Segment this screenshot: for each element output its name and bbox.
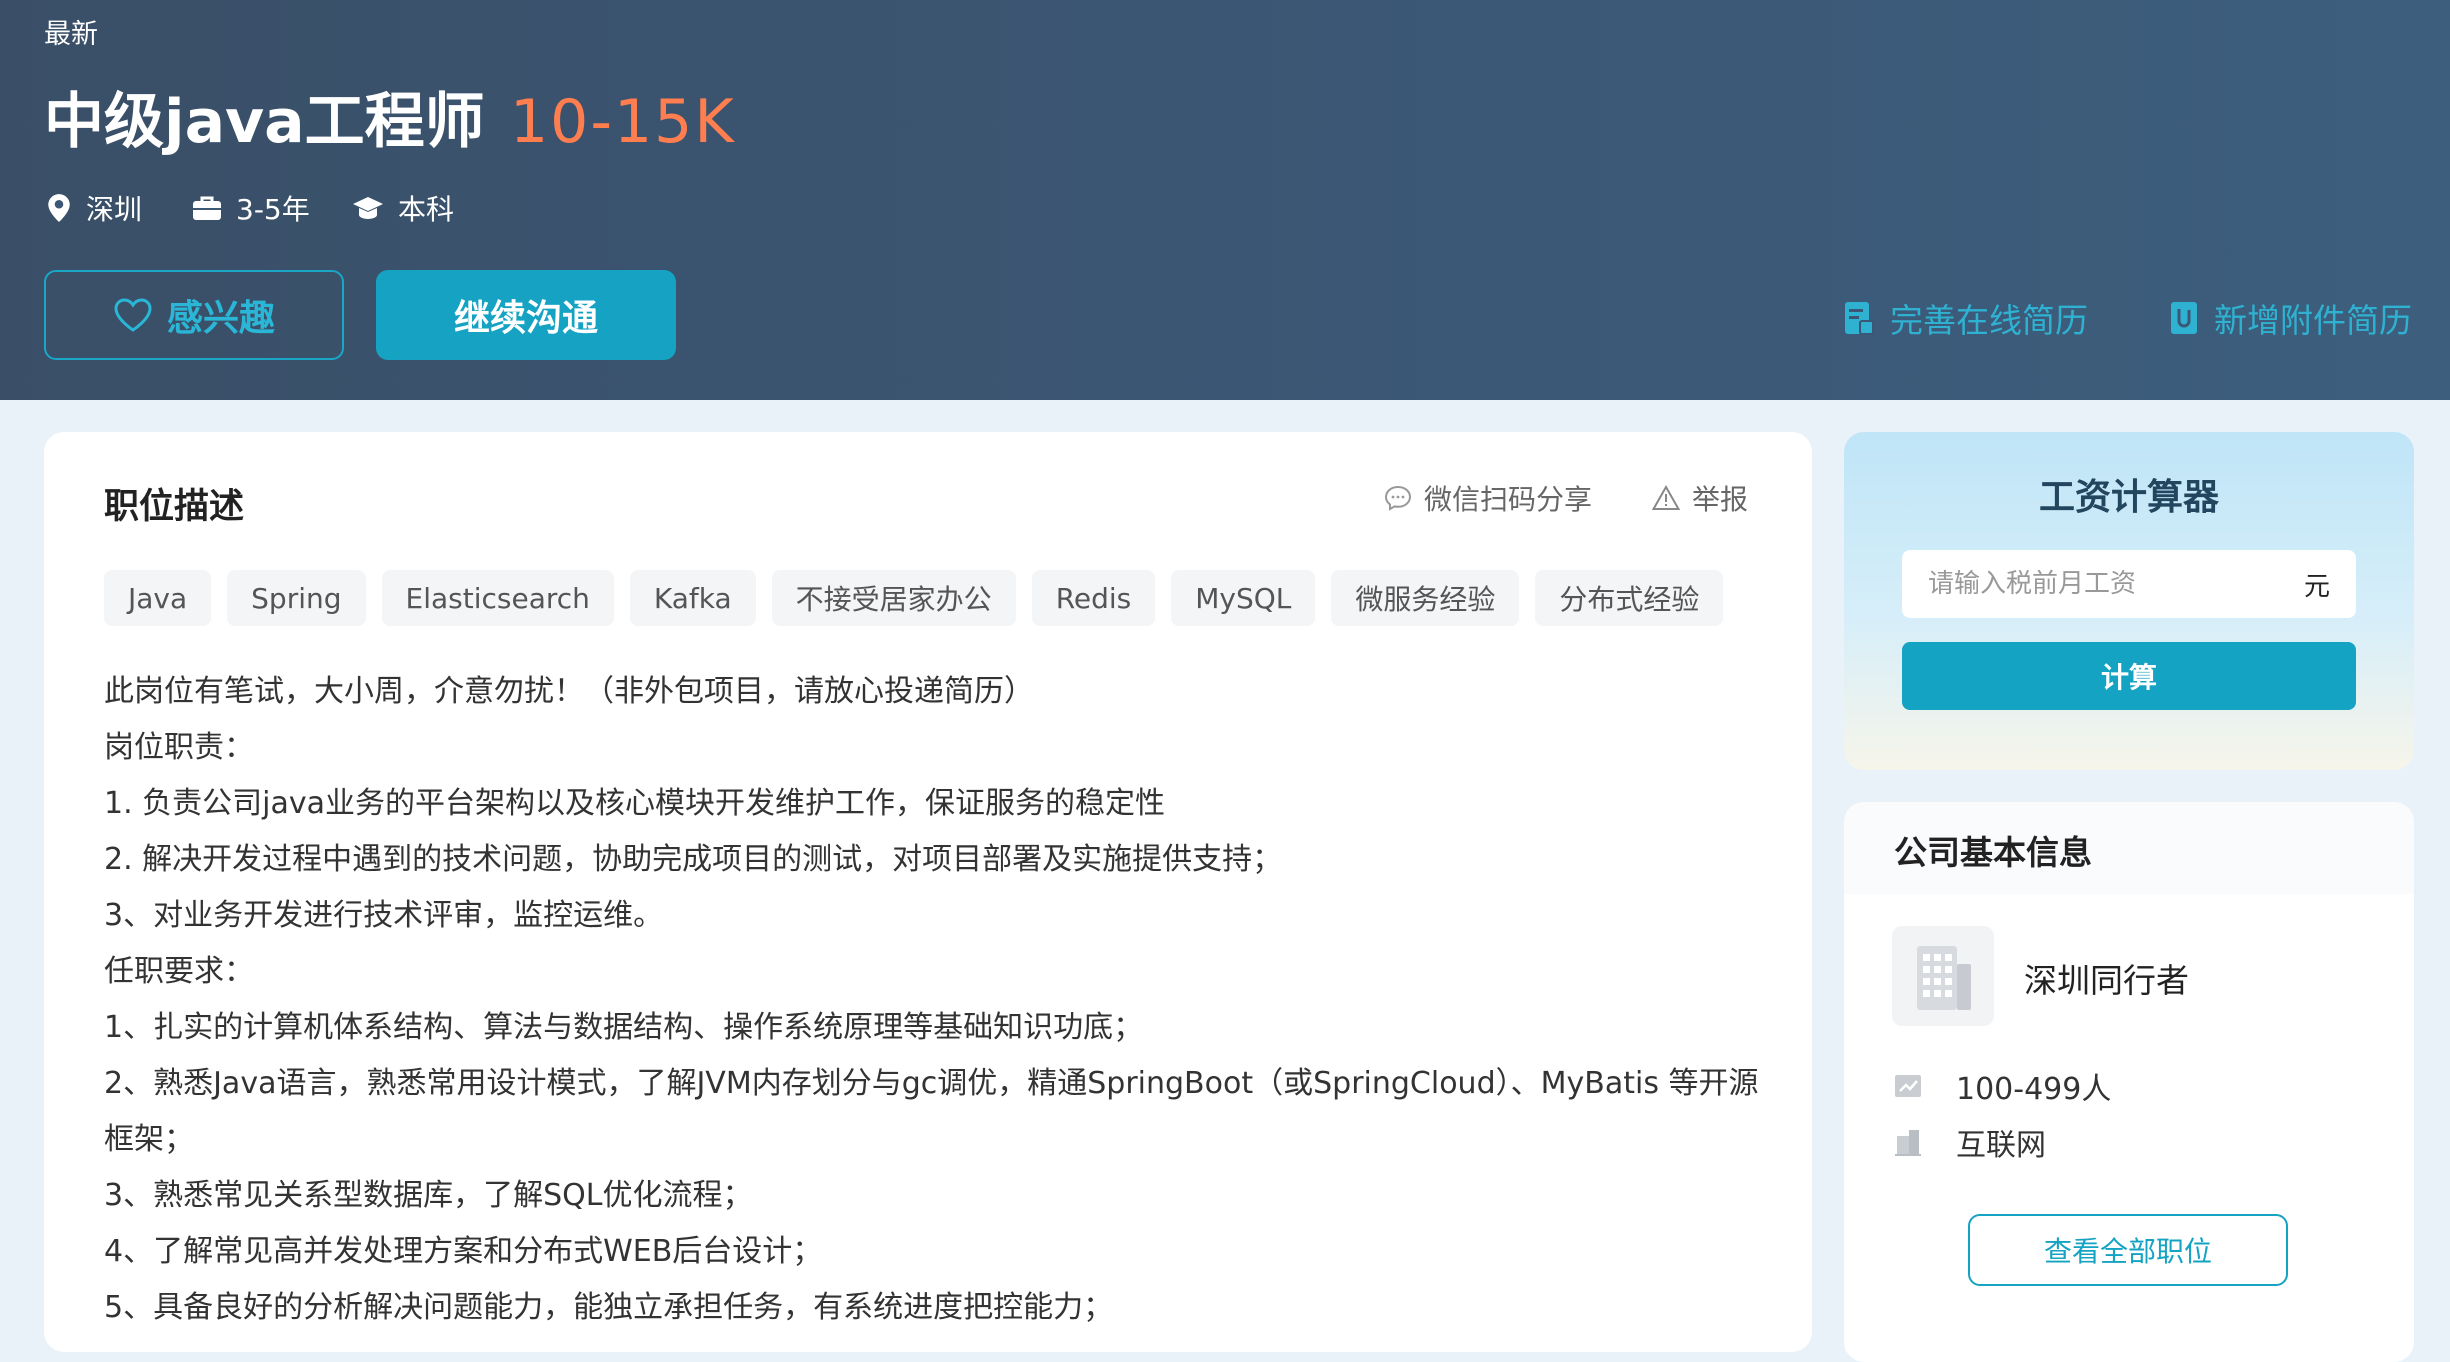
company-name[interactable]: 深圳同行者: [2024, 954, 2189, 1002]
description-line: 岗位职责：: [104, 730, 254, 765]
company-info-title: 公司基本信息: [1894, 833, 2092, 872]
skill-tag: 不接受居家办公: [771, 570, 1016, 626]
job-header: 最新 中级java工程师 10-15K 深圳 3-5年 本科 感兴趣 继续沟通 …: [0, 0, 2450, 400]
description-line: 2. 解决开发过程中遇到的技术问题，协助完成项目的测试，对项目部署及实施提供支持…: [104, 842, 1283, 877]
skill-tag: Java: [104, 570, 212, 626]
job-description-title: 职位描述: [104, 487, 245, 527]
skill-tag: 分布式经验: [1535, 570, 1724, 626]
salary-calculator-title: 工资计算器: [2038, 477, 2219, 518]
description-line: 5、具备良好的分析解决问题能力，能独立承担任务，有系统进度把控能力；: [104, 1290, 1114, 1325]
interest-label: 感兴趣: [166, 298, 275, 339]
complete-online-resume-label: 完善在线简历: [1890, 301, 2088, 340]
job-education: 本科: [352, 188, 454, 228]
salary-input[interactable]: [1928, 569, 2304, 599]
description-line: 此岗位有笔试，大小周，介意勿扰！（非外包项目，请放心投递简历）: [104, 674, 1034, 709]
chat-bubble-icon: [1384, 485, 1412, 511]
company-size: 100-499人: [1894, 1066, 2112, 1107]
job-city-text: 深圳: [86, 193, 143, 226]
building-small-icon: [1895, 1130, 1921, 1156]
salary-calculator-card: 工资计算器 元 计算: [1844, 432, 2414, 770]
heart-icon: [114, 298, 152, 332]
continue-chat-button[interactable]: 继续沟通: [376, 270, 676, 360]
description-line: 3、对业务开发进行技术评审，监控运维。: [104, 898, 664, 933]
skill-tag: Kafka: [629, 570, 756, 626]
job-description-card: 职位描述 微信扫码分享 举报 Java Spring Elasticsearch…: [44, 432, 1812, 1352]
salary-range: 10-15K: [510, 87, 736, 157]
growth-chart-icon: [1895, 1075, 1921, 1097]
company-logo[interactable]: [1892, 926, 1994, 1026]
skill-tag: 微服务经验: [1331, 570, 1520, 626]
latest-label: 最新: [44, 19, 98, 50]
briefcase-icon: [193, 196, 221, 220]
job-experience-text: 3-5年: [236, 193, 310, 226]
description-line: 1、扎实的计算机体系结构、算法与数据结构、操作系统原理等基础知识功底；: [104, 1010, 1144, 1045]
wechat-share-label: 微信扫码分享: [1424, 483, 1593, 516]
company-size-text: 100-499人: [1956, 1072, 2112, 1107]
wechat-share-button[interactable]: 微信扫码分享: [1384, 478, 1592, 518]
report-label: 举报: [1692, 483, 1749, 516]
salary-unit: 元: [2303, 571, 2330, 602]
company-info-card: 公司基本信息 深圳同行者 100-499人 互联网 查看全部职位: [1844, 802, 2414, 1362]
location-pin-icon: [48, 194, 70, 222]
skill-tag: Redis: [1031, 570, 1156, 626]
skill-tag: MySQL: [1171, 570, 1316, 626]
job-experience: 3-5年: [192, 188, 310, 228]
skill-tag: Elasticsearch: [381, 570, 614, 626]
description-line: 任职要求：: [104, 954, 254, 989]
company-industry: 互联网: [1894, 1122, 2046, 1163]
job-description-body: 此岗位有笔试，大小周，介意勿扰！（非外包项目，请放心投递简历） 岗位职责： 1.…: [104, 664, 1784, 1336]
report-button[interactable]: 举报: [1652, 478, 1748, 518]
attachment-icon: [2171, 302, 2197, 334]
graduation-cap-icon: [353, 197, 383, 219]
description-line: 1. 负责公司java业务的平台架构以及核心模块开发维护工作，保证服务的稳定性: [104, 786, 1166, 821]
job-education-text: 本科: [398, 193, 455, 226]
skill-tags: Java Spring Elasticsearch Kafka 不接受居家办公 …: [104, 570, 1724, 626]
company-industry-text: 互联网: [1956, 1128, 2046, 1163]
complete-online-resume-link[interactable]: 完善在线简历: [1844, 296, 2088, 340]
salary-input-box: 元: [1902, 550, 2356, 618]
warning-icon: [1652, 485, 1680, 510]
description-line: 4、了解常见高并发处理方案和分布式WEB后台设计；: [104, 1234, 823, 1269]
interest-button[interactable]: 感兴趣: [44, 270, 344, 360]
job-title: 中级java工程师: [44, 87, 485, 157]
add-attachment-resume-link[interactable]: 新增附件简历: [2170, 296, 2412, 340]
resume-icon: [1845, 302, 1874, 335]
skill-tag: Spring: [227, 570, 366, 626]
building-icon: [1917, 946, 1971, 1010]
view-all-jobs-button[interactable]: 查看全部职位: [1968, 1214, 2288, 1286]
job-city: 深圳: [46, 188, 142, 228]
description-line: 3、熟悉常见关系型数据库，了解SQL优化流程；: [104, 1178, 753, 1213]
description-line: 2、熟悉Java语言，熟悉常用设计模式，了解JVM内存划分与gc调优，精通Spr…: [104, 1066, 1759, 1157]
add-attachment-resume-label: 新增附件简历: [2214, 301, 2412, 340]
calculate-button[interactable]: 计算: [1902, 642, 2356, 710]
